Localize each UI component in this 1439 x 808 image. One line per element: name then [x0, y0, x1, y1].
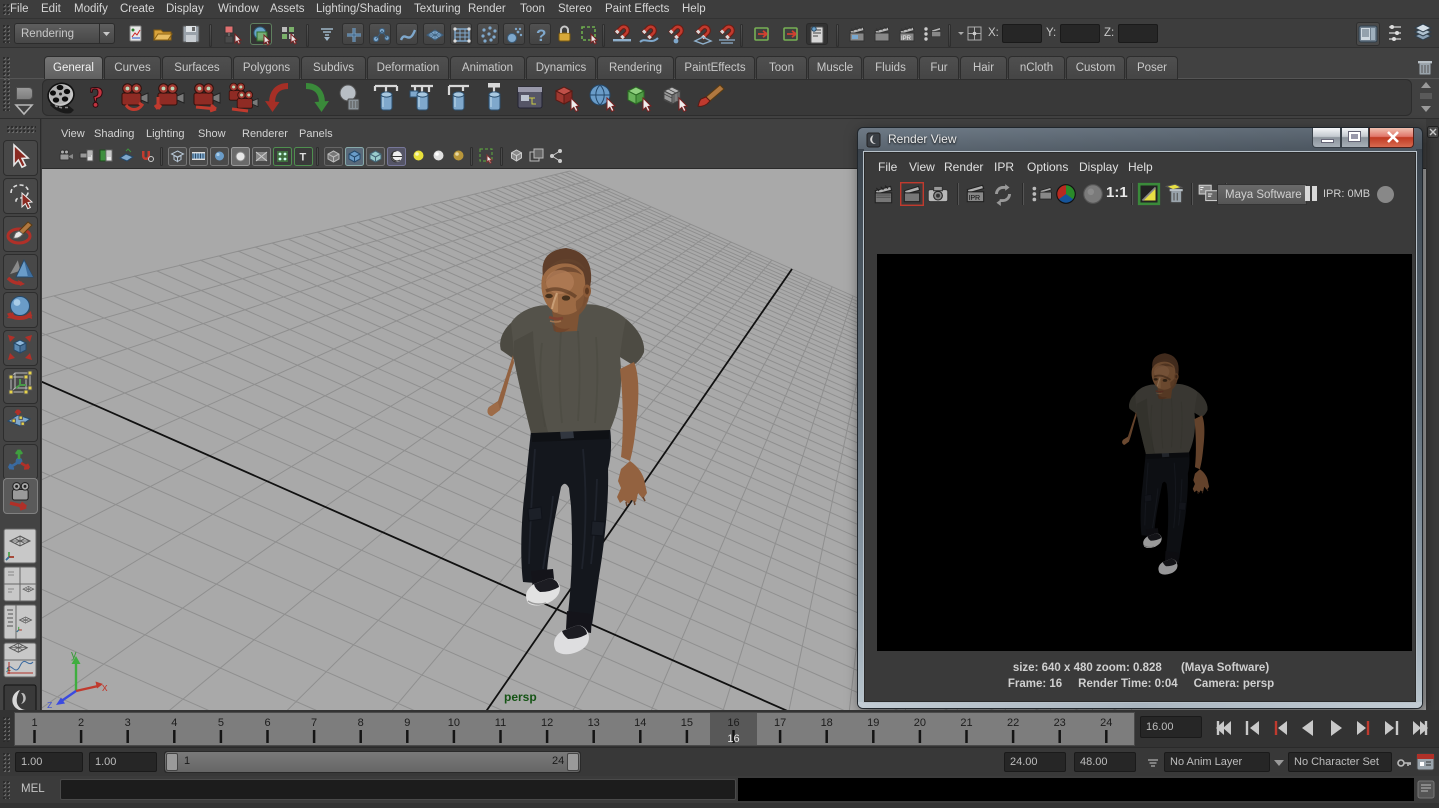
svg-text:19: 19	[867, 717, 879, 729]
svg-text:16: 16	[727, 717, 739, 729]
svg-text:11: 11	[495, 717, 506, 729]
svg-text:y: y	[71, 649, 77, 661]
svg-text:x: x	[102, 682, 108, 694]
svg-text:persp: persp	[504, 690, 537, 704]
svg-text:IPR: IPR	[968, 194, 980, 202]
svg-text:15: 15	[681, 717, 693, 729]
svg-text:16: 16	[727, 733, 739, 745]
svg-text:z: z	[47, 699, 53, 710]
svg-text:?: ?	[89, 81, 104, 114]
svg-text:IPR: IPR	[901, 36, 912, 42]
svg-text:23: 23	[1054, 717, 1066, 729]
svg-text:13: 13	[588, 717, 600, 729]
svg-text:21: 21	[960, 717, 972, 729]
svg-text:22: 22	[1007, 717, 1019, 729]
svg-text:6: 6	[264, 717, 270, 729]
svg-text:10: 10	[448, 717, 460, 729]
svg-text:5: 5	[218, 717, 224, 729]
svg-text:2: 2	[78, 717, 84, 729]
svg-text:3: 3	[125, 717, 131, 729]
svg-text:12: 12	[541, 717, 553, 729]
svg-text:14: 14	[634, 717, 646, 729]
svg-text:9: 9	[404, 717, 410, 729]
svg-text:8: 8	[358, 717, 364, 729]
svg-text:4: 4	[171, 717, 177, 729]
svg-text:18: 18	[821, 717, 833, 729]
svg-text:T: T	[300, 152, 307, 164]
svg-text:17: 17	[774, 717, 786, 729]
svg-text:1: 1	[31, 717, 37, 729]
svg-text:20: 20	[914, 717, 926, 729]
svg-text:?: ?	[536, 26, 546, 45]
svg-text:7: 7	[311, 717, 317, 729]
svg-text:24: 24	[1100, 717, 1112, 729]
